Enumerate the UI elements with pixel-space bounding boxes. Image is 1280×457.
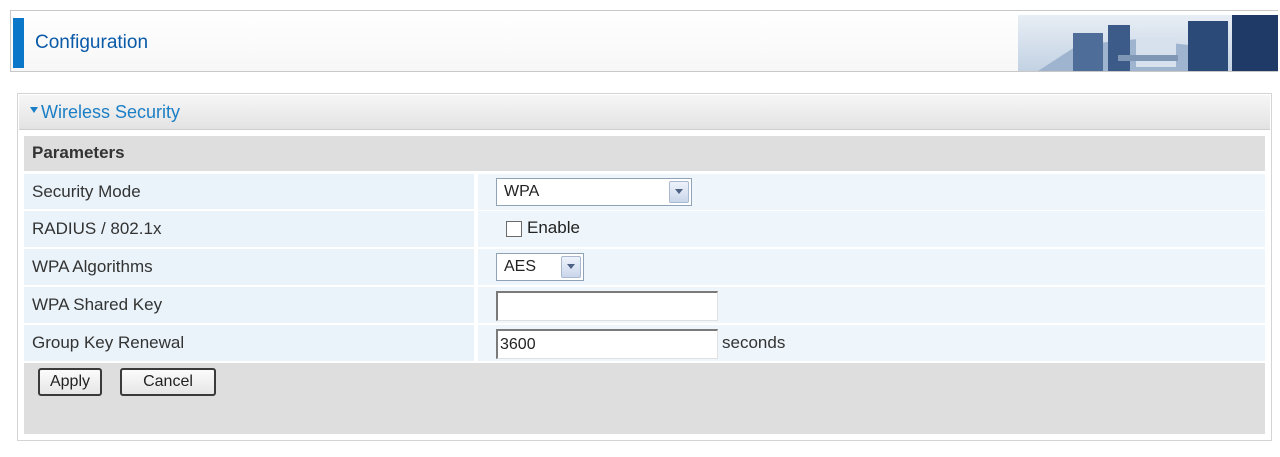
chevron-down-icon[interactable] bbox=[669, 181, 689, 203]
chevron-down-icon[interactable] bbox=[561, 256, 581, 278]
group-key-renewal-label: Group Key Renewal bbox=[32, 333, 185, 352]
config-header: Configuration bbox=[10, 10, 1278, 72]
radius-label-cell: RADIUS / 802.1x bbox=[24, 211, 476, 247]
group-key-renewal-row: Group Key Renewal seconds bbox=[24, 325, 1265, 361]
security-mode-row: Security Mode WPA bbox=[24, 173, 1265, 210]
seconds-unit-label: seconds bbox=[722, 333, 786, 352]
group-key-renewal-value-cell: seconds bbox=[478, 325, 1265, 361]
wpa-shared-key-value-cell bbox=[478, 287, 1265, 323]
radius-enable-checkbox[interactable] bbox=[506, 221, 522, 237]
radius-value-cell: Enable bbox=[478, 211, 1265, 247]
wpa-algorithms-label-cell: WPA Algorithms bbox=[24, 249, 476, 285]
group-key-renewal-label-cell: Group Key Renewal bbox=[24, 325, 476, 361]
parameters-label: Parameters bbox=[32, 143, 125, 162]
wpa-shared-key-label-cell: WPA Shared Key bbox=[24, 287, 476, 323]
radius-enable-label[interactable]: Enable bbox=[527, 218, 580, 238]
group-key-renewal-input[interactable] bbox=[496, 329, 718, 359]
radius-label: RADIUS / 802.1x bbox=[32, 219, 162, 238]
button-row: Apply Cancel bbox=[24, 363, 1265, 434]
cancel-button[interactable]: Cancel bbox=[120, 368, 216, 396]
header-accent-bar bbox=[13, 18, 24, 68]
security-mode-label-cell: Security Mode bbox=[24, 173, 476, 209]
parameters-header-row: Parameters bbox=[24, 136, 1265, 171]
page-title: Configuration bbox=[35, 32, 149, 53]
section-title: Wireless Security bbox=[41, 102, 181, 122]
wpa-shared-key-input[interactable] bbox=[496, 291, 718, 321]
wpa-algorithms-selected-value: AES bbox=[504, 258, 537, 275]
office-banner-image bbox=[1018, 15, 1278, 71]
wpa-algorithms-select[interactable]: AES bbox=[496, 253, 584, 281]
apply-button[interactable]: Apply bbox=[38, 368, 102, 396]
caret-down-icon[interactable] bbox=[30, 107, 38, 113]
security-mode-select[interactable]: WPA bbox=[496, 178, 692, 206]
section-header[interactable]: Wireless Security bbox=[19, 95, 1270, 130]
radius-row: RADIUS / 802.1x Enable bbox=[24, 211, 1265, 247]
wireless-security-panel: Wireless Security Parameters Security Mo… bbox=[17, 93, 1272, 441]
wpa-algorithms-label: WPA Algorithms bbox=[32, 257, 153, 276]
security-mode-selected-value: WPA bbox=[504, 183, 540, 200]
security-mode-label: Security Mode bbox=[32, 182, 141, 201]
wpa-algorithms-value-cell: AES bbox=[478, 249, 1265, 285]
wpa-shared-key-row: WPA Shared Key bbox=[24, 287, 1265, 323]
wpa-algorithms-row: WPA Algorithms AES bbox=[24, 249, 1265, 285]
security-mode-value-cell: WPA bbox=[478, 173, 1265, 210]
wpa-shared-key-label: WPA Shared Key bbox=[32, 295, 163, 314]
